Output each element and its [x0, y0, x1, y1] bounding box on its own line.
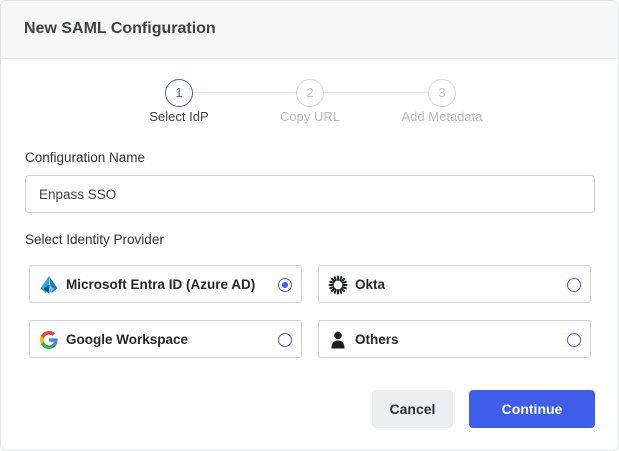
step-copy-url: 2 Copy URL	[250, 79, 370, 129]
idp-option-others[interactable]: Others	[318, 320, 591, 358]
idp-radio-azure[interactable]	[278, 278, 292, 292]
idp-name: Others	[355, 332, 399, 347]
step-label: Copy URL	[280, 109, 340, 124]
idp-label: Select Identity Provider	[25, 232, 164, 247]
idp-option-google[interactable]: Google Workspace	[29, 320, 302, 358]
step-number: 1	[165, 79, 193, 107]
idp-option-azure[interactable]: Microsoft Entra ID (Azure AD)	[29, 265, 302, 303]
continue-button[interactable]: Continue	[469, 390, 595, 428]
cancel-button[interactable]: Cancel	[372, 390, 453, 428]
azure-icon	[40, 276, 58, 294]
user-icon	[331, 331, 345, 349]
idp-option-okta[interactable]: Okta	[318, 265, 591, 303]
idp-radio-google[interactable]	[278, 333, 292, 347]
idp-radio-others[interactable]	[567, 333, 581, 347]
idp-name: Okta	[355, 277, 386, 292]
idp-name: Microsoft Entra ID (Azure AD)	[66, 277, 256, 292]
okta-icon	[328, 275, 348, 295]
step-add-metadata: 3 Add Metadata	[382, 79, 502, 129]
config-name-input[interactable]	[25, 175, 595, 213]
idp-radio-okta[interactable]	[567, 278, 581, 292]
step-select-idp: 1 Select IdP	[119, 79, 239, 129]
saml-config-dialog: New SAML Configuration 1 Select IdP 2 Co…	[0, 0, 619, 451]
config-name-label: Configuration Name	[25, 150, 146, 165]
step-label: Select IdP	[149, 109, 209, 124]
step-number: 3	[428, 79, 456, 107]
dialog-header: New SAML Configuration	[1, 1, 618, 59]
dialog-title: New SAML Configuration	[24, 20, 216, 37]
google-icon	[40, 331, 58, 349]
step-number: 2	[296, 79, 324, 107]
step-label: Add Metadata	[401, 109, 483, 124]
idp-name: Google Workspace	[66, 332, 189, 347]
